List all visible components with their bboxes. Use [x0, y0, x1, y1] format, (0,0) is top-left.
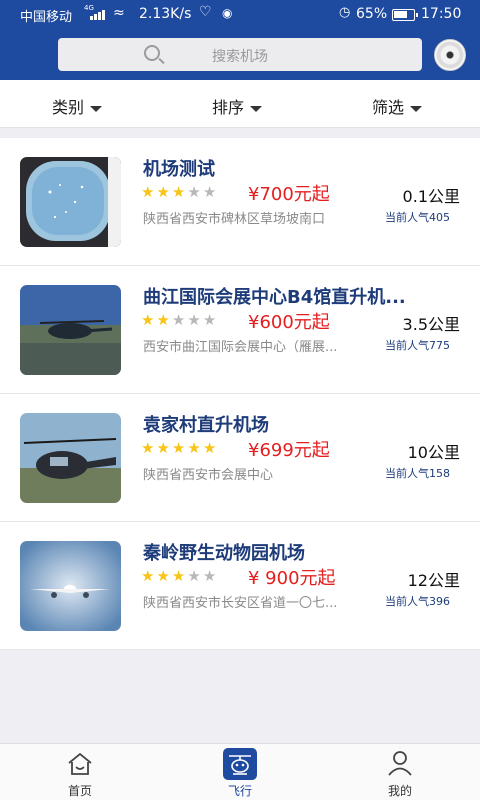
- battery-icon: [392, 9, 418, 21]
- tab-flight[interactable]: 飞行: [200, 744, 280, 800]
- chevron-down-icon: [90, 105, 103, 112]
- filter-sort[interactable]: 排序: [212, 94, 263, 118]
- star-icon: ★: [187, 439, 203, 457]
- health-icon: ♡: [199, 4, 212, 20]
- airport-list: 机场测试 ★★★★★ ¥700元起 0.1公里 陕西省西安市碑林区草场坡南口 当…: [0, 138, 480, 650]
- filter-category-label: 类别: [52, 98, 85, 117]
- airport-price: ¥600元起: [248, 312, 330, 333]
- star-icon: ★: [141, 311, 157, 329]
- filter-sort-label: 排序: [212, 98, 245, 117]
- star-icon: ★: [187, 183, 203, 201]
- airport-name: 机场测试: [143, 159, 215, 180]
- airport-thumbnail: [20, 157, 121, 247]
- tab-flight-label: 飞行: [227, 784, 252, 798]
- star-icon: ★: [202, 439, 219, 457]
- star-icon: ★: [156, 567, 172, 585]
- airport-name: 秦岭野生动物园机场: [143, 543, 305, 564]
- tab-me[interactable]: 我的: [360, 744, 440, 800]
- tab-home[interactable]: 首页: [40, 744, 120, 800]
- search-placeholder: 搜索机场: [212, 49, 268, 65]
- clock: 17:50: [421, 6, 462, 22]
- star-icon: ★: [202, 183, 219, 201]
- network-speed: 2.13K/s: [139, 6, 192, 22]
- star-icon: ★: [171, 183, 188, 201]
- alarm-icon: ◷: [339, 5, 351, 20]
- airport-popularity: 当前人气396: [385, 595, 450, 608]
- star-icon: ★: [156, 439, 172, 457]
- airport-popularity: 当前人气405: [385, 211, 450, 224]
- airport-thumbnail: [20, 285, 121, 375]
- airport-address: 西安市曲江国际会展中心（雁展...: [143, 340, 338, 355]
- rating-stars: ★★★★★: [141, 567, 218, 585]
- wifi-icon: ≈: [113, 5, 125, 21]
- signal-icon: 4G: [84, 4, 110, 20]
- star-icon: ★: [187, 311, 203, 329]
- filter-bar: 类别 排序 筛选: [0, 80, 480, 128]
- star-icon: ★: [187, 567, 203, 585]
- star-icon: ★: [202, 311, 219, 329]
- eye-icon: ◉: [222, 6, 233, 20]
- airport-thumbnail: [20, 413, 121, 503]
- user-icon: [388, 751, 412, 776]
- airport-price: ¥ 900元起: [248, 568, 336, 589]
- search-input[interactable]: 搜索机场: [58, 38, 422, 71]
- rating-stars: ★★★★★: [141, 311, 218, 329]
- status-bar: 中国移动 4G ≈ 2.13K/s ♡ ◉ ◷ 65% 17:50: [0, 0, 480, 30]
- airport-address: 陕西省西安市长安区省道一〇七...: [143, 596, 338, 611]
- tab-home-label: 首页: [67, 784, 92, 798]
- airport-price: ¥700元起: [248, 184, 330, 205]
- airport-row[interactable]: 机场测试 ★★★★★ ¥700元起 0.1公里 陕西省西安市碑林区草场坡南口 当…: [0, 138, 480, 266]
- star-icon: ★: [202, 567, 219, 585]
- carrier-name: 中国移动: [20, 10, 73, 25]
- airport-thumbnail: [20, 541, 121, 631]
- star-icon: ★: [141, 439, 157, 457]
- airport-address: 陕西省西安市会展中心: [143, 468, 274, 483]
- airport-name: 曲江国际会展中心B4馆直升机...: [143, 287, 406, 308]
- chevron-down-icon: [250, 105, 263, 112]
- airport-popularity: 当前人气158: [385, 467, 450, 480]
- flight-icon: [223, 748, 257, 780]
- airport-distance: 3.5公里: [402, 315, 460, 334]
- star-icon: ★: [156, 311, 172, 329]
- airport-address: 陕西省西安市碑林区草场坡南口: [143, 212, 326, 227]
- airport-row[interactable]: 曲江国际会展中心B4馆直升机... ★★★★★ ¥600元起 3.5公里 西安市…: [0, 266, 480, 394]
- home-icon: [68, 752, 92, 775]
- star-icon: ★: [156, 183, 172, 201]
- chevron-down-icon: [410, 105, 423, 112]
- airport-name: 袁家村直升机场: [143, 415, 269, 436]
- battery-percent: 65%: [356, 6, 388, 22]
- star-icon: ★: [141, 183, 157, 201]
- star-icon: ★: [171, 439, 188, 457]
- filter-screen-label: 筛选: [372, 98, 405, 117]
- network-type: 4G: [84, 4, 94, 12]
- search-icon: [144, 45, 160, 61]
- airport-price: ¥699元起: [248, 440, 330, 461]
- bottom-tab-bar: 首页 飞行 我的: [0, 743, 480, 800]
- rating-stars: ★★★★★: [141, 439, 218, 457]
- disc-icon[interactable]: [434, 39, 466, 71]
- airport-row[interactable]: 袁家村直升机场 ★★★★★ ¥699元起 10公里 陕西省西安市会展中心 当前人…: [0, 394, 480, 522]
- airport-distance: 12公里: [407, 571, 460, 590]
- airport-row[interactable]: 秦岭野生动物园机场 ★★★★★ ¥ 900元起 12公里 陕西省西安市长安区省道…: [0, 522, 480, 650]
- airport-distance: 0.1公里: [402, 187, 460, 206]
- airport-distance: 10公里: [407, 443, 460, 462]
- star-icon: ★: [171, 311, 188, 329]
- filter-category[interactable]: 类别: [52, 94, 103, 118]
- filter-screen[interactable]: 筛选: [372, 94, 423, 118]
- rating-stars: ★★★★★: [141, 183, 218, 201]
- star-icon: ★: [171, 567, 188, 585]
- airport-popularity: 当前人气775: [385, 339, 450, 352]
- star-icon: ★: [141, 567, 157, 585]
- app-header: 中国移动 4G ≈ 2.13K/s ♡ ◉ ◷ 65% 17:50 搜索机场: [0, 0, 480, 80]
- tab-me-label: 我的: [387, 784, 412, 798]
